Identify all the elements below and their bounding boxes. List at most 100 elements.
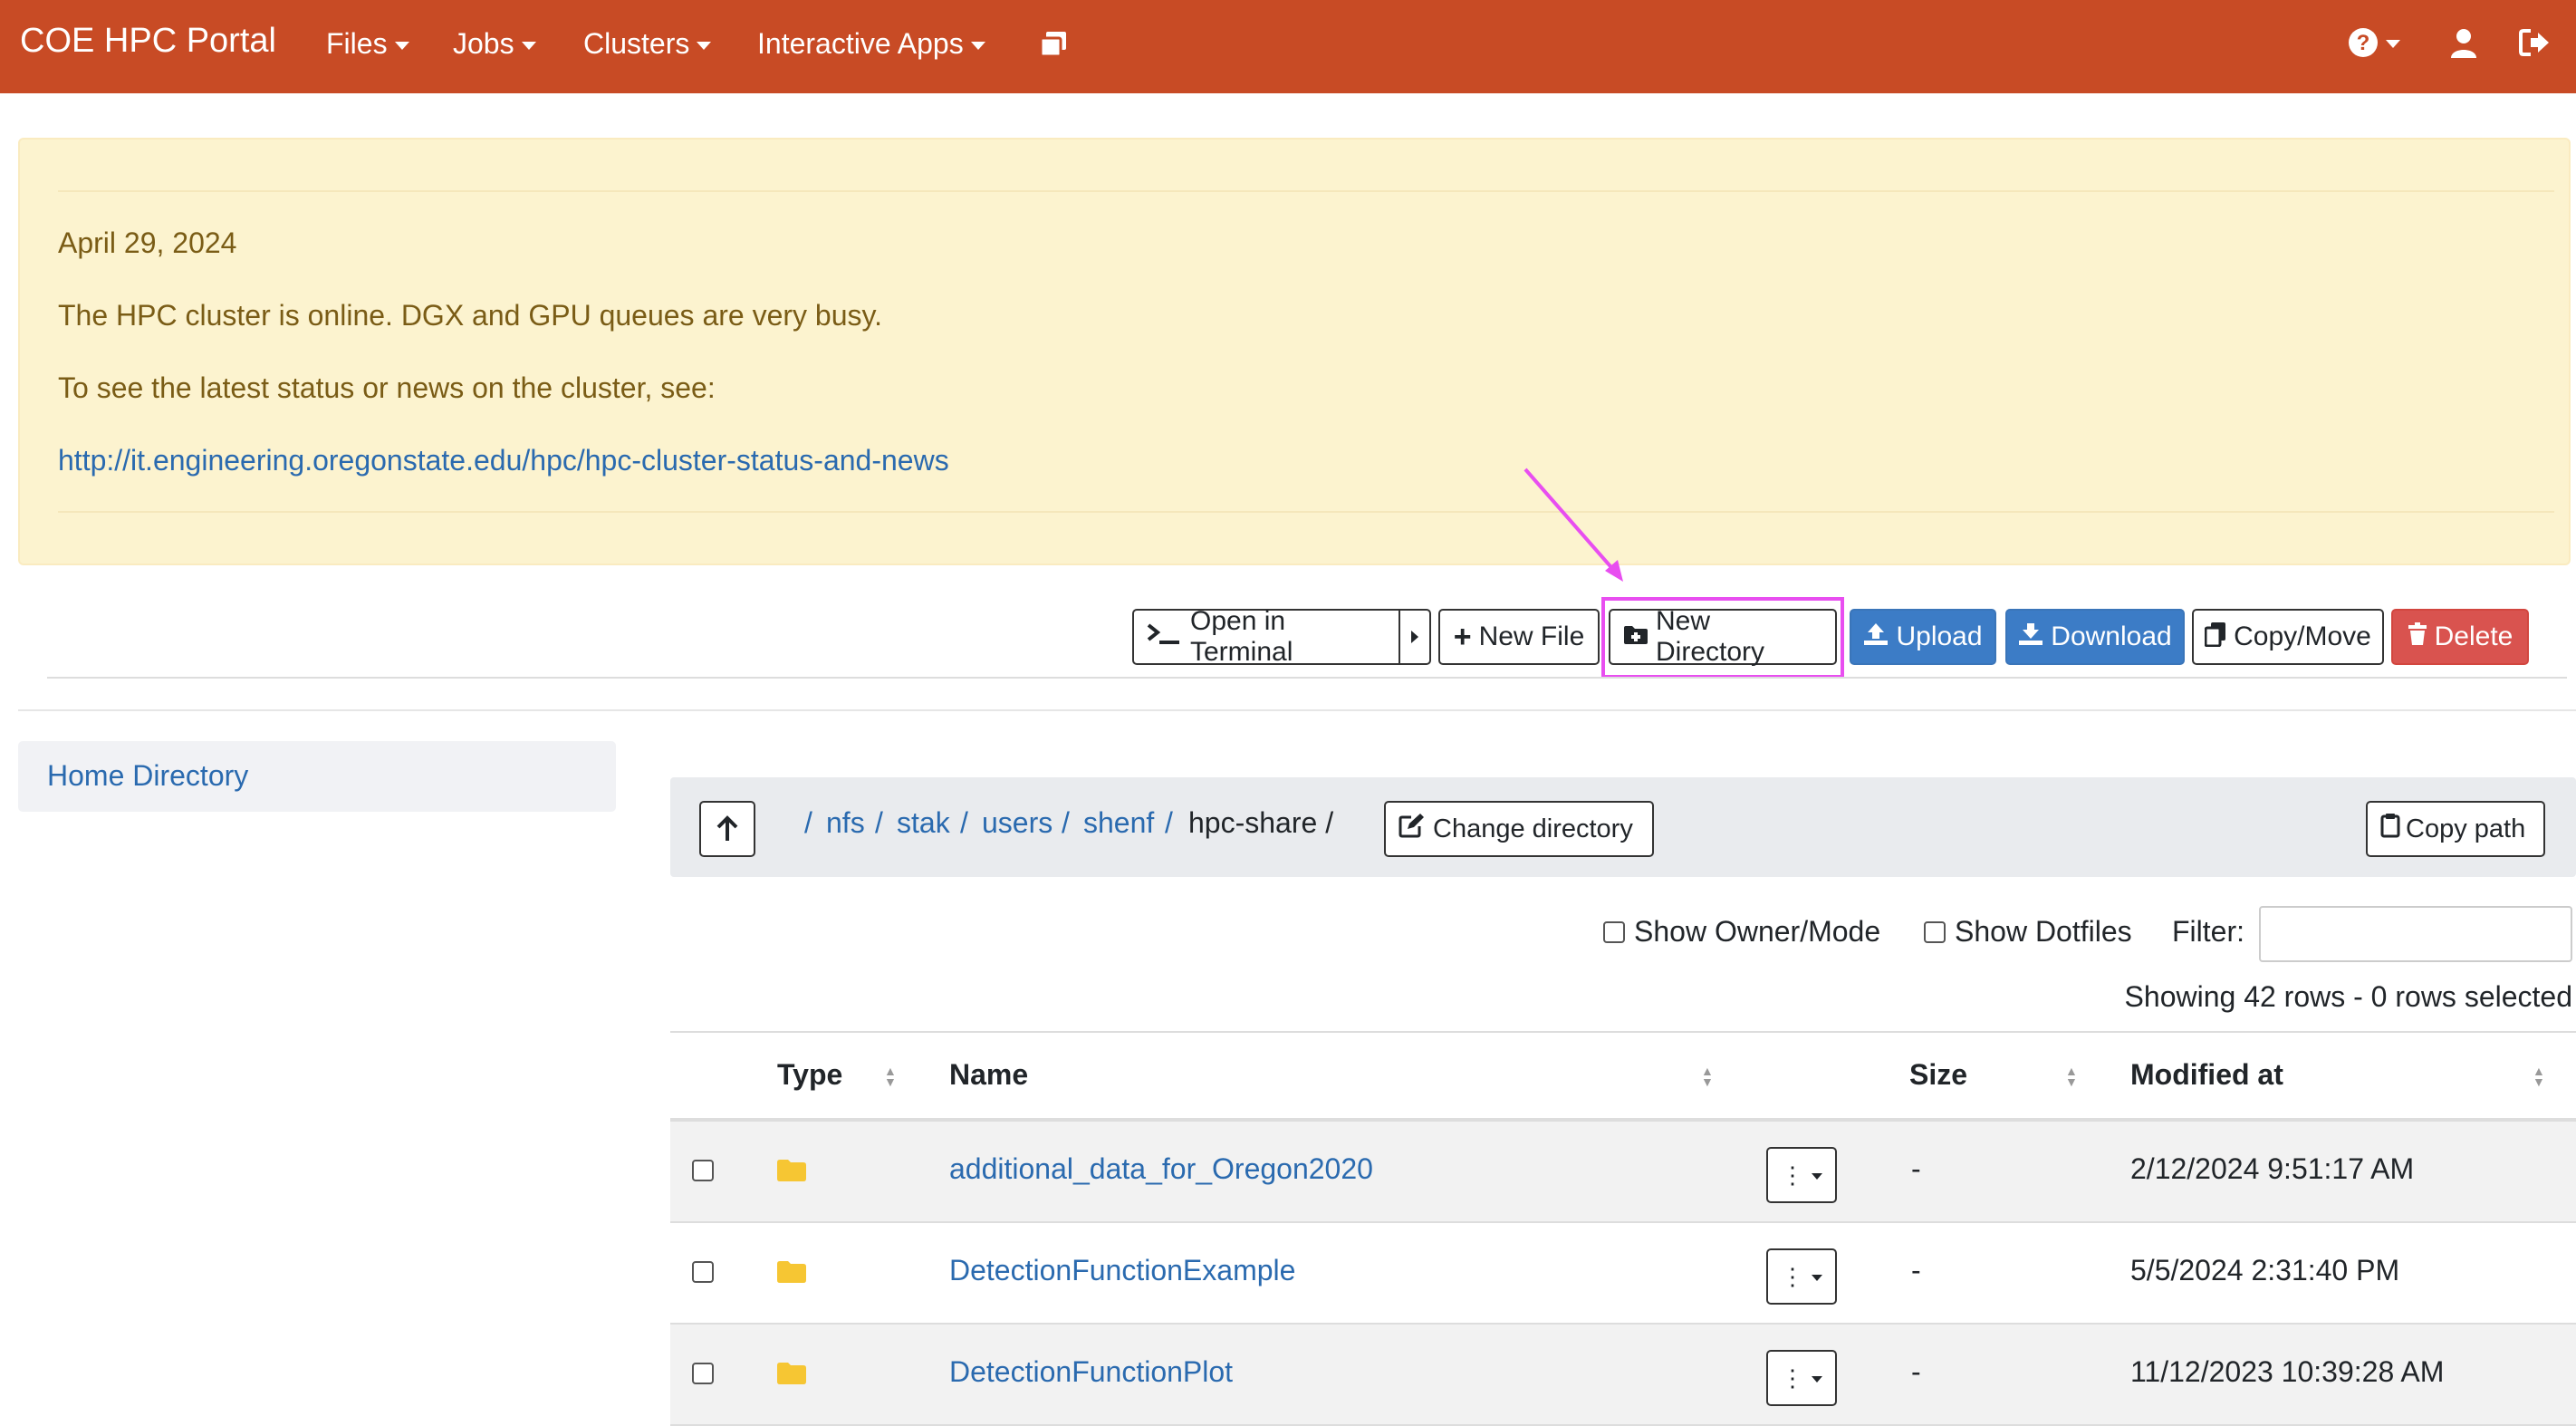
- breadcrumb-nfs[interactable]: nfs: [826, 806, 865, 840]
- kebab-icon: ⋮: [1781, 1262, 1804, 1290]
- svg-text:?: ?: [2357, 31, 2370, 55]
- folder-icon: [777, 1363, 806, 1384]
- open-in-terminal-button[interactable]: Open in Terminal: [1132, 606, 1400, 667]
- go-up-button[interactable]: [699, 801, 755, 857]
- divider: [18, 709, 2576, 711]
- folder-icon: [777, 1261, 806, 1283]
- folder-icon: [777, 1160, 806, 1181]
- sort-icon[interactable]: ▲ ▼: [1701, 1065, 1714, 1088]
- kebab-icon: ⋮: [1781, 1363, 1804, 1392]
- rows-info: Showing 42 rows - 0 rows selected: [2124, 980, 2572, 1013]
- breadcrumb-separator: /: [875, 806, 883, 839]
- terminal-options-toggle[interactable]: [1399, 609, 1431, 665]
- column-header-size[interactable]: Size: [1909, 1058, 1967, 1092]
- sort-icon[interactable]: ▲ ▼: [2065, 1065, 2078, 1088]
- button-label: Change directory: [1433, 814, 1633, 843]
- sort-icon[interactable]: ▲ ▼: [2533, 1065, 2545, 1088]
- status-news-link[interactable]: http://it.engineering.oregonstate.edu/hp…: [58, 444, 949, 477]
- file-name-link[interactable]: DetectionFunctionPlot: [949, 1355, 1233, 1389]
- nav-menu-jobs[interactable]: Jobs: [453, 27, 536, 61]
- nav-menu-clusters[interactable]: Clusters: [583, 27, 712, 61]
- nav-menu-label: Files: [326, 27, 388, 60]
- show-dotfiles-checkbox[interactable]: Show Dotfiles: [1924, 915, 2132, 949]
- nav-menu-label: Clusters: [583, 27, 690, 60]
- nav-menu-label: Jobs: [453, 27, 514, 60]
- path-bar: / nfs / stak / users / shenf / hpc-share…: [670, 777, 2576, 877]
- breadcrumb-users[interactable]: users: [982, 806, 1053, 840]
- file-modified: 5/5/2024 2:31:40 PM: [2130, 1254, 2400, 1286]
- caret-down-icon: [1812, 1376, 1822, 1383]
- button-label: Delete: [2434, 621, 2514, 651]
- copy-move-button[interactable]: Copy/Move: [2192, 609, 2384, 665]
- file-size: -: [1911, 1355, 1921, 1388]
- divider: [58, 190, 2554, 192]
- breadcrumb-current: hpc-share /: [1188, 806, 1334, 839]
- row-actions-button[interactable]: ⋮: [1766, 1350, 1837, 1406]
- checkbox[interactable]: [1924, 920, 1946, 943]
- copy-path-button[interactable]: Copy path: [2366, 801, 2545, 857]
- row-checkbox[interactable]: [692, 1363, 714, 1384]
- breadcrumb-shenf[interactable]: shenf: [1083, 806, 1154, 840]
- filter-input[interactable]: [2259, 906, 2572, 962]
- top-navbar: COE HPC Portal Files Jobs Clusters Inter…: [0, 0, 2576, 93]
- table-row: DetectionFunctionPlot ⋮ - 11/12/2023 10:…: [670, 1325, 2576, 1426]
- breadcrumb-stak[interactable]: stak: [897, 806, 950, 840]
- row-actions-button[interactable]: ⋮: [1766, 1248, 1837, 1305]
- divider: [58, 511, 2554, 513]
- button-label: Download: [2051, 621, 2172, 651]
- portal-brand[interactable]: COE HPC Portal: [20, 22, 276, 61]
- download-icon: [2018, 622, 2043, 652]
- announcement-line: To see the latest status or news on the …: [58, 371, 716, 404]
- sessions-icon[interactable]: [1038, 29, 1069, 60]
- arrow-up-icon: [716, 815, 738, 841]
- copy-icon: [2204, 621, 2226, 653]
- filter-label: Filter:: [2172, 915, 2244, 948]
- button-label: Copy path: [2406, 814, 2526, 843]
- sidebar-item-home-directory[interactable]: Home Directory: [18, 741, 616, 812]
- announcement-date: April 29, 2024: [58, 226, 237, 259]
- user-icon[interactable]: [2449, 27, 2478, 58]
- highlight-box: [1601, 597, 1844, 679]
- upload-button[interactable]: Upload: [1850, 609, 1996, 665]
- caret-down-icon: [2386, 40, 2400, 48]
- table-row: additional_data_for_Oregon2020 ⋮ - 2/12/…: [670, 1122, 2576, 1223]
- show-owner-mode-checkbox[interactable]: Show Owner/Mode: [1603, 915, 1880, 949]
- row-checkbox[interactable]: [692, 1160, 714, 1181]
- trash-icon: [2408, 621, 2427, 652]
- file-modified: 2/12/2024 9:51:17 AM: [2130, 1152, 2415, 1185]
- change-directory-button[interactable]: Change directory: [1384, 801, 1654, 857]
- row-actions-button[interactable]: ⋮: [1766, 1147, 1837, 1203]
- table-row: DetectionFunctionExample ⋮ - 5/5/2024 2:…: [670, 1223, 2576, 1325]
- file-name-link[interactable]: additional_data_for_Oregon2020: [949, 1152, 1373, 1186]
- terminal-icon: [1147, 622, 1183, 652]
- column-header-type[interactable]: Type: [777, 1058, 842, 1092]
- edit-icon: [1399, 813, 1426, 845]
- help-icon[interactable]: ?: [2348, 27, 2400, 58]
- checkbox[interactable]: [1603, 920, 1625, 943]
- column-header-modified[interactable]: Modified at: [2130, 1058, 2283, 1092]
- nav-menu-files[interactable]: Files: [326, 27, 409, 61]
- checkbox-label: Show Owner/Mode: [1634, 915, 1881, 948]
- button-label: Upload: [1896, 621, 1983, 651]
- row-checkbox[interactable]: [692, 1261, 714, 1283]
- sort-icon[interactable]: ▲ ▼: [884, 1065, 897, 1088]
- nav-menu-label: Interactive Apps: [757, 27, 964, 60]
- annotation-arrow: [1523, 467, 1623, 582]
- file-name-link[interactable]: DetectionFunctionExample: [949, 1254, 1295, 1287]
- caret-down-icon: [970, 41, 985, 50]
- button-label: Open in Terminal: [1190, 606, 1293, 667]
- checkbox-label: Show Dotfiles: [1955, 915, 2132, 948]
- sidebar-item-label: Home Directory: [47, 759, 249, 792]
- logout-icon[interactable]: [2518, 27, 2551, 58]
- download-button[interactable]: Download: [2005, 609, 2185, 665]
- caret-down-icon: [697, 41, 712, 50]
- column-header-name[interactable]: Name: [949, 1058, 1028, 1092]
- file-size: -: [1911, 1152, 1921, 1185]
- divider: [47, 677, 2567, 679]
- delete-button[interactable]: Delete: [2391, 609, 2529, 665]
- caret-down-icon: [1812, 1275, 1822, 1281]
- breadcrumb-separator: /: [960, 806, 968, 839]
- new-file-button[interactable]: + New File: [1438, 609, 1600, 665]
- nav-menu-interactive-apps[interactable]: Interactive Apps: [757, 27, 985, 61]
- caret-down-icon: [521, 41, 536, 50]
